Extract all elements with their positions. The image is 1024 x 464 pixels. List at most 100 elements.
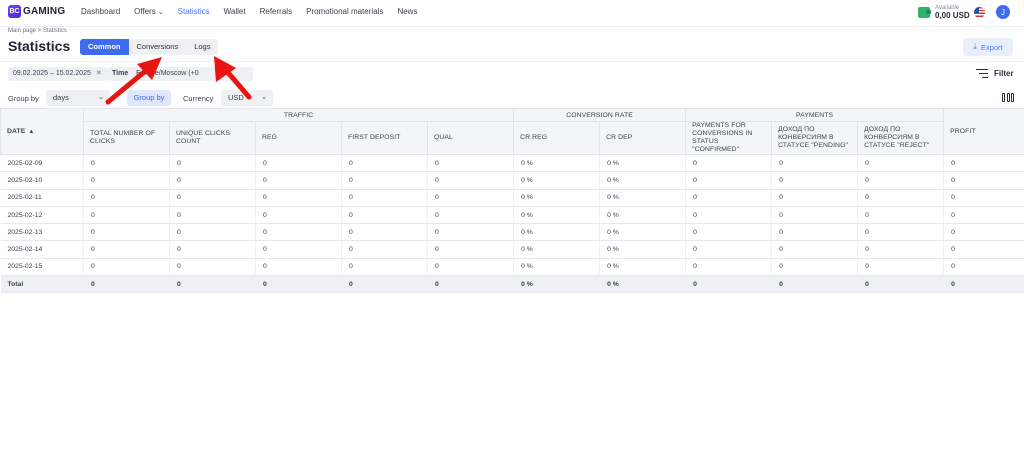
column-header-qual[interactable]: Qual	[426, 121, 515, 155]
nav-item-label: News	[397, 7, 418, 16]
column-header-profit[interactable]: Profit	[943, 108, 1024, 155]
nav-item-referrals[interactable]: Referrals	[260, 7, 292, 16]
cell-first-deposit: 0	[341, 240, 428, 259]
nav-item-label: Referrals	[259, 7, 293, 16]
cell-total-clicks: 0	[83, 154, 170, 173]
timezone-prefix: Time	[112, 70, 129, 77]
columns-settings-icon[interactable]	[1002, 93, 1014, 102]
table-total-row: Total 0 0 0 0 0 0 % 0 % 0 0 0 0	[0, 275, 1024, 294]
cell-profit: 0	[943, 223, 1024, 242]
cell-reg: 0	[255, 223, 342, 242]
currency-select[interactable]: USD ⌄	[221, 90, 273, 106]
close-icon[interactable]: ✕	[96, 70, 102, 77]
breadcrumb[interactable]: Main page > Statistics	[8, 28, 67, 34]
cell-reg: 0	[255, 189, 342, 207]
cell-payments-confirmed: 0	[685, 240, 773, 259]
cell-payments-pending: 0	[771, 154, 859, 173]
cell-cr-dep: 0 %	[599, 223, 687, 242]
cell-date: 2025-02-15	[0, 258, 84, 277]
column-header-unique-clicks[interactable]: Unique clicks count	[169, 121, 256, 155]
group-by-button[interactable]: Group by	[127, 90, 171, 106]
table-row: 2025-02-14 0 0 0 0 0 0 % 0 % 0 0 0 0	[0, 240, 1024, 259]
cell-payments-confirmed: 0	[685, 206, 773, 225]
cell-first-deposit: 0	[341, 206, 428, 225]
nav-item-offers[interactable]: Offers ⌄	[134, 7, 164, 16]
group-header-conversion-rate: Conversion rate	[513, 108, 687, 122]
column-header-payments-pending[interactable]: Доход по конверсиям в статусе "Pending"	[771, 121, 859, 155]
cell-cr-reg: 0 %	[513, 206, 601, 225]
cell-payments-reject: 0	[857, 206, 945, 225]
total-cell-qual: 0	[427, 275, 515, 294]
group-by-select[interactable]: days ⌄	[46, 90, 110, 106]
nav-item-news[interactable]: News	[397, 7, 417, 16]
column-header-label: Date	[7, 128, 26, 135]
cell-qual: 0	[427, 240, 515, 259]
column-header-cr-dep[interactable]: CR DEP	[599, 121, 687, 155]
nav-item-wallet[interactable]: Wallet	[224, 7, 246, 16]
top-navigation-bar: BC GAMING Dashboard Offers ⌄ Statistics W…	[0, 0, 1024, 26]
column-header-cr-reg[interactable]: CR REG	[513, 121, 601, 155]
cell-cr-dep: 0 %	[599, 240, 687, 259]
column-header-total-clicks[interactable]: Total number of clicks	[83, 121, 170, 155]
group-by-label: Group by	[8, 94, 39, 103]
cell-unique-clicks: 0	[169, 223, 256, 242]
cell-qual: 0	[427, 189, 515, 207]
group-by-value: days	[53, 93, 69, 102]
total-cell-cr-dep: 0 %	[599, 275, 687, 294]
column-header-payments-reject[interactable]: Доход по конверсиям в статусе "Reject"	[857, 121, 945, 155]
tab-conversions[interactable]: Conversions	[128, 39, 187, 55]
logo-text: GAMING	[23, 6, 66, 17]
nav-item-promotional-materials[interactable]: Promotional materials	[306, 7, 383, 16]
column-header-date[interactable]: Date ▲	[0, 108, 84, 155]
total-cell-total-clicks: 0	[83, 275, 170, 294]
cell-payments-confirmed: 0	[685, 171, 773, 190]
cell-cr-dep: 0 %	[599, 258, 687, 277]
group-header-payments: Payments	[685, 108, 945, 122]
table-row: 2025-02-12 0 0 0 0 0 0 % 0 % 0 0 0 0	[0, 206, 1024, 225]
total-cell-payments-confirmed: 0	[685, 275, 773, 294]
cell-unique-clicks: 0	[169, 154, 256, 173]
cell-payments-pending: 0	[771, 240, 859, 259]
us-flag-icon[interactable]	[974, 7, 985, 18]
export-button[interactable]: ⤓ Export	[963, 38, 1013, 56]
avatar[interactable]: J	[996, 5, 1010, 19]
column-header-reg[interactable]: Reg	[255, 121, 342, 155]
cell-reg: 0	[255, 171, 342, 190]
cell-profit: 0	[943, 189, 1024, 207]
nav-item-statistics[interactable]: Statistics	[178, 7, 210, 16]
table-body: 2025-02-09 0 0 0 0 0 0 % 0 % 0 0 0 0 2025-02-10 0 0 0 0 0…	[0, 154, 1024, 294]
cell-payments-confirmed: 0	[685, 223, 773, 242]
total-cell-date: Total	[0, 275, 84, 294]
column-header-payments-confirmed[interactable]: Payments for conversions in status "Conf…	[685, 121, 773, 155]
nav-item-dashboard[interactable]: Dashboard	[81, 7, 120, 16]
cell-first-deposit: 0	[341, 171, 428, 190]
filter-button[interactable]: Filter	[976, 69, 1014, 78]
cell-reg: 0	[255, 206, 342, 225]
cell-cr-dep: 0 %	[599, 171, 687, 190]
date-range-chip[interactable]: 09.02.2025 – 15.02.2025 ✕	[8, 67, 107, 81]
cell-payments-reject: 0	[857, 240, 945, 259]
cell-date: 2025-02-10	[0, 171, 84, 190]
timezone-value: Europe/Moscow (+0	[136, 70, 199, 77]
cell-first-deposit: 0	[341, 154, 428, 173]
cell-payments-reject: 0	[857, 171, 945, 190]
nav-item-label: Dashboard	[81, 7, 121, 16]
timezone-chip[interactable]: Time Europe/Moscow (+0	[107, 67, 253, 81]
total-cell-profit: 0	[943, 275, 1024, 294]
cell-profit: 0	[943, 258, 1024, 277]
column-header-first-deposit[interactable]: First deposit	[341, 121, 428, 155]
divider	[0, 26, 1024, 27]
nav-item-label: Promotional materials	[306, 7, 384, 16]
filter-icon	[976, 69, 988, 78]
chevron-down-icon: ⌄	[261, 94, 267, 101]
cell-cr-reg: 0 %	[513, 240, 601, 259]
balance-widget[interactable]: Available 0,00 USD	[918, 4, 970, 20]
sort-ascending-icon: ▲	[28, 129, 35, 135]
chevron-down-icon: ⌄	[98, 94, 104, 101]
tab-common[interactable]: Common	[80, 39, 129, 55]
currency-label: Currency	[183, 94, 214, 103]
brand-logo[interactable]: BC GAMING	[8, 5, 65, 18]
cell-total-clicks: 0	[83, 258, 170, 277]
cell-first-deposit: 0	[341, 189, 428, 207]
tab-logs[interactable]: Logs	[186, 39, 219, 55]
